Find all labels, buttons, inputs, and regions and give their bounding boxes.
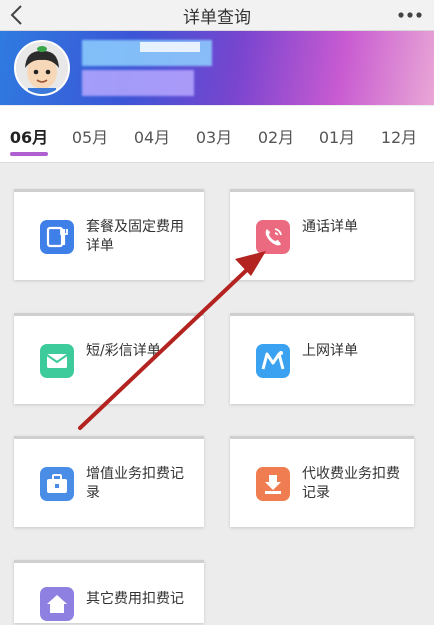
card-internet-details[interactable]: 上网详单 xyxy=(230,313,414,404)
card-label-line2: 录 xyxy=(86,485,100,501)
active-tab-indicator xyxy=(10,152,48,156)
card-other-charges[interactable]: 其它费用扣费记 xyxy=(14,560,204,623)
card-value-added-charges[interactable]: 增值业务扣费记 录 xyxy=(14,436,204,527)
card-label-line1: 短/彩信详单 xyxy=(86,343,161,359)
download-box-icon xyxy=(256,467,290,501)
avatar[interactable] xyxy=(14,40,70,96)
card-label-line1: 套餐及固定费用 xyxy=(86,219,184,235)
card-label-line1: 代收费业务扣费 xyxy=(302,466,400,482)
tab-02[interactable]: 02月 xyxy=(251,124,301,148)
masked-phone-number xyxy=(82,70,194,96)
briefcase-icon xyxy=(40,467,74,501)
card-label-line1: 增值业务扣费记 xyxy=(86,466,184,482)
card-call-details[interactable]: 通话详单 xyxy=(230,189,414,280)
tab-04[interactable]: 04月 xyxy=(127,124,177,148)
house-icon xyxy=(40,587,74,621)
top-bar: 详单查询 xyxy=(0,0,434,31)
more-dots-icon[interactable] xyxy=(396,6,424,24)
package-icon xyxy=(40,220,74,254)
phone-call-icon xyxy=(256,220,290,254)
tab-12[interactable]: 12月 xyxy=(374,124,424,148)
masked-username-highlight xyxy=(140,42,200,52)
page-title: 详单查询 xyxy=(183,8,251,28)
tab-03[interactable]: 03月 xyxy=(189,124,239,148)
card-label-line2: 记录 xyxy=(302,485,330,501)
detail-categories: 套餐及固定费用 详单 通话详单 短/彩信详单 上网详单 增值业务扣费记 录 代收… xyxy=(0,163,434,623)
card-label-line1: 通话详单 xyxy=(302,219,358,235)
month-tabs: 06月 05月 04月 03月 02月 01月 12月 xyxy=(0,106,434,163)
card-label-line1: 上网详单 xyxy=(302,343,358,359)
card-package-fixed-fees[interactable]: 套餐及固定费用 详单 xyxy=(14,189,204,280)
card-collection-charges[interactable]: 代收费业务扣费 记录 xyxy=(230,436,414,527)
tab-05[interactable]: 05月 xyxy=(65,124,115,148)
card-label-line2: 详单 xyxy=(86,238,114,254)
tab-06[interactable]: 06月 xyxy=(4,124,54,148)
envelope-icon xyxy=(40,344,74,378)
mobile-data-icon xyxy=(256,344,290,378)
card-label-line1: 其它费用扣费记 xyxy=(86,591,184,607)
card-sms-mms-details[interactable]: 短/彩信详单 xyxy=(14,313,204,404)
tab-01[interactable]: 01月 xyxy=(312,124,362,148)
